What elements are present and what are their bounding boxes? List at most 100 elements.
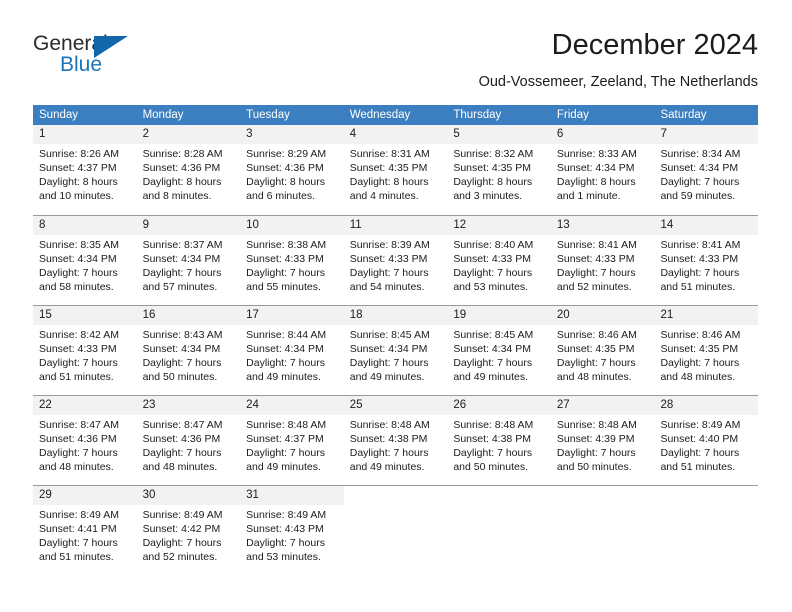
day-cell[interactable]: 28 Sunrise: 8:49 AM Sunset: 4:40 PM Dayl… [654,396,759,485]
day-cell[interactable]: 5 Sunrise: 8:32 AM Sunset: 4:35 PM Dayli… [447,125,551,215]
day-number-band: 12 [447,216,551,235]
daylight-text-line2: and 49 minutes. [349,461,425,473]
day-number-band [447,486,551,505]
daylight-text-line2: and 1 minute. [556,190,621,202]
daylight-text-line2: and 6 minutes. [246,190,316,202]
day-details: Sunrise: 8:39 AM Sunset: 4:33 PM Dayligh… [344,235,448,294]
sunrise-text: Sunrise: 8:41 AM [556,239,637,251]
day-number-band: 23 [136,396,241,415]
day-details: Sunrise: 8:49 AM Sunset: 4:43 PM Dayligh… [240,505,344,564]
weekday-header-sunday: Sunday [39,109,79,121]
day-details: Sunrise: 8:49 AM Sunset: 4:42 PM Dayligh… [137,505,241,564]
day-cell[interactable]: 14 Sunrise: 8:41 AM Sunset: 4:33 PM Dayl… [654,216,759,305]
day-cell[interactable]: 13 Sunrise: 8:41 AM Sunset: 4:33 PM Dayl… [550,216,655,305]
day-number-band: 15 [33,306,137,325]
day-cell[interactable]: 23 Sunrise: 8:47 AM Sunset: 4:36 PM Dayl… [136,396,241,485]
daylight-text-line2: and 48 minutes. [660,371,736,383]
day-number-band: 28 [654,396,759,415]
day-number: 17 [246,309,259,321]
weekday-header-friday: Friday [556,109,589,121]
day-cell[interactable]: 25 Sunrise: 8:48 AM Sunset: 4:38 PM Dayl… [343,396,448,485]
day-details: Sunrise: 8:41 AM Sunset: 4:33 PM Dayligh… [654,235,758,294]
day-details: Sunrise: 8:38 AM Sunset: 4:33 PM Dayligh… [240,235,344,294]
day-details: Sunrise: 8:37 AM Sunset: 4:34 PM Dayligh… [137,235,241,294]
day-cell[interactable]: 1 Sunrise: 8:26 AM Sunset: 4:37 PM Dayli… [33,125,137,215]
day-cell[interactable]: 16 Sunrise: 8:43 AM Sunset: 4:34 PM Dayl… [136,306,241,395]
calendar-page: General Blue December 2024 Oud-Vossemeer… [0,0,792,612]
day-cell[interactable]: 6 Sunrise: 8:33 AM Sunset: 4:34 PM Dayli… [550,125,655,215]
daylight-text-line2: and 51 minutes. [39,371,114,383]
daylight-text-line2: and 3 minutes. [453,190,523,202]
day-cell[interactable]: 26 Sunrise: 8:48 AM Sunset: 4:38 PM Dayl… [447,396,551,485]
day-cell[interactable]: 20 Sunrise: 8:46 AM Sunset: 4:35 PM Dayl… [550,306,655,395]
day-number: 31 [246,489,259,501]
day-number-band: 24 [240,396,344,415]
sunrise-text: Sunrise: 8:49 AM [660,419,741,431]
day-number: 6 [556,128,564,140]
sunrise-text: Sunrise: 8:34 AM [660,148,741,160]
day-cell[interactable]: 15 Sunrise: 8:42 AM Sunset: 4:33 PM Dayl… [33,306,137,395]
daylight-text-line1: Daylight: 7 hours [453,267,533,279]
day-cell[interactable]: 12 Sunrise: 8:40 AM Sunset: 4:33 PM Dayl… [447,216,551,305]
day-cell[interactable]: 11 Sunrise: 8:39 AM Sunset: 4:33 PM Dayl… [343,216,448,305]
day-cell[interactable]: 10 Sunrise: 8:38 AM Sunset: 4:33 PM Dayl… [240,216,344,305]
sunrise-text: Sunrise: 8:48 AM [453,419,534,431]
day-details: Sunrise: 8:46 AM Sunset: 4:35 PM Dayligh… [654,325,758,384]
sunset-text: Sunset: 4:38 PM [349,433,428,445]
week-row: 8 Sunrise: 8:35 AM Sunset: 4:34 PM Dayli… [33,215,759,305]
day-cell[interactable]: 31 Sunrise: 8:49 AM Sunset: 4:43 PM Dayl… [240,486,344,573]
week-row: 29 Sunrise: 8:49 AM Sunset: 4:41 PM Dayl… [33,485,758,573]
daylight-text-line1: Daylight: 7 hours [453,447,533,459]
daylight-text-line2: and 58 minutes. [39,281,114,293]
daylight-text-line1: Daylight: 7 hours [142,537,222,549]
day-details: Sunrise: 8:35 AM Sunset: 4:34 PM Dayligh… [33,235,137,294]
page-header: General Blue December 2024 Oud-Vossemeer… [33,28,758,100]
day-number: 12 [453,219,467,231]
day-number: 11 [349,219,362,231]
daylight-text-line2: and 53 minutes. [246,551,321,563]
daylight-text-line2: and 48 minutes. [39,461,114,473]
daylight-text-line1: Daylight: 7 hours [660,447,740,459]
day-cell[interactable]: 17 Sunrise: 8:44 AM Sunset: 4:34 PM Dayl… [240,306,344,395]
day-number-band: 25 [343,396,448,415]
daylight-text-line1: Daylight: 7 hours [246,357,325,369]
daylight-text-line2: and 51 minutes. [660,461,736,473]
sunset-text: Sunset: 4:36 PM [246,162,324,174]
sunrise-text: Sunrise: 8:49 AM [246,509,327,521]
day-cell[interactable]: 3 Sunrise: 8:29 AM Sunset: 4:36 PM Dayli… [240,125,344,215]
day-cell[interactable]: 22 Sunrise: 8:47 AM Sunset: 4:36 PM Dayl… [33,396,137,485]
day-details: Sunrise: 8:48 AM Sunset: 4:38 PM Dayligh… [344,415,448,474]
day-cell[interactable]: 19 Sunrise: 8:45 AM Sunset: 4:34 PM Dayl… [447,306,551,395]
sunset-text: Sunset: 4:33 PM [556,253,635,265]
day-details: Sunrise: 8:45 AM Sunset: 4:34 PM Dayligh… [344,325,448,384]
day-number: 22 [39,399,52,411]
daylight-text-line1: Daylight: 7 hours [246,447,325,459]
day-cell[interactable]: 30 Sunrise: 8:49 AM Sunset: 4:42 PM Dayl… [136,486,241,573]
day-cell[interactable]: 29 Sunrise: 8:49 AM Sunset: 4:41 PM Dayl… [33,486,137,573]
day-number-band [551,486,655,505]
day-cell[interactable]: 4 Sunrise: 8:31 AM Sunset: 4:35 PM Dayli… [343,125,448,215]
sunset-text: Sunset: 4:34 PM [142,253,221,265]
sunset-text: Sunset: 4:34 PM [246,343,324,355]
title-block: December 2024 Oud-Vossemeer, Zeeland, Th… [479,28,758,92]
day-cell[interactable]: 24 Sunrise: 8:48 AM Sunset: 4:37 PM Dayl… [240,396,344,485]
day-cell[interactable]: 18 Sunrise: 8:45 AM Sunset: 4:34 PM Dayl… [343,306,448,395]
day-details: Sunrise: 8:48 AM Sunset: 4:39 PM Dayligh… [551,415,655,474]
daylight-text-line1: Daylight: 7 hours [556,357,636,369]
day-cell[interactable]: 8 Sunrise: 8:35 AM Sunset: 4:34 PM Dayli… [33,216,137,305]
page-subtitle: Oud-Vossemeer, Zeeland, The Netherlands [478,74,758,90]
day-number: 27 [556,399,570,411]
day-cell[interactable]: 27 Sunrise: 8:48 AM Sunset: 4:39 PM Dayl… [550,396,655,485]
daylight-text-line2: and 4 minutes. [349,190,419,202]
day-cell[interactable]: 7 Sunrise: 8:34 AM Sunset: 4:34 PM Dayli… [654,125,759,215]
day-details: Sunrise: 8:45 AM Sunset: 4:34 PM Dayligh… [447,325,551,384]
day-cell[interactable]: 2 Sunrise: 8:28 AM Sunset: 4:36 PM Dayli… [136,125,241,215]
logo-text-blue: Blue [60,53,103,76]
calendar-grid: Sunday Monday Tuesday Wednesday Thursday… [33,105,759,573]
day-number-band: 9 [136,216,241,235]
day-cell[interactable]: 21 Sunrise: 8:46 AM Sunset: 4:35 PM Dayl… [654,306,759,395]
day-number: 28 [660,399,674,411]
day-cell[interactable]: 9 Sunrise: 8:37 AM Sunset: 4:34 PM Dayli… [136,216,241,305]
daylight-text-line2: and 53 minutes. [453,281,529,293]
day-number-band: 21 [654,306,759,325]
